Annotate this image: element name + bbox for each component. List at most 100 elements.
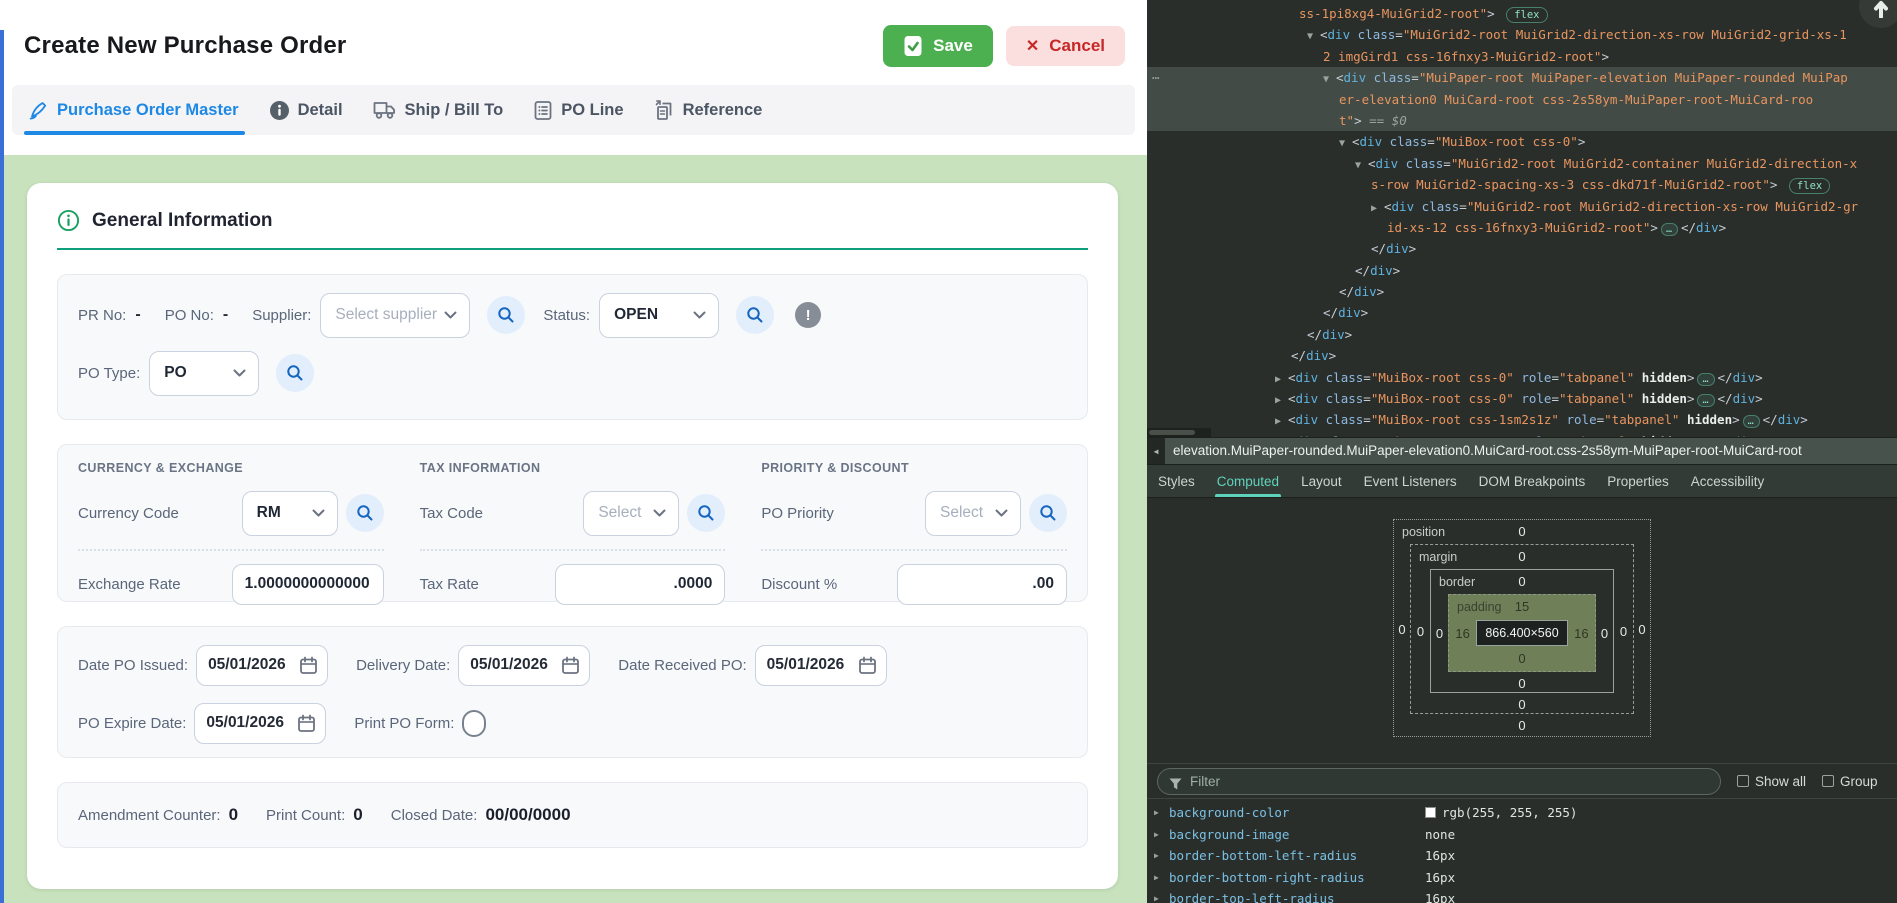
show-all-checkbox[interactable] xyxy=(1737,775,1749,787)
dom-tree-line[interactable]: ▶<div class="MuiBox-root css-0" role="ta… xyxy=(1147,388,1897,409)
print-po-form-checkbox[interactable] xyxy=(462,710,486,737)
supplier-search-button[interactable] xyxy=(487,296,525,334)
dom-tree-line[interactable]: </div> xyxy=(1147,302,1897,323)
code-token: < xyxy=(1368,156,1376,171)
po-priority-select[interactable]: Select xyxy=(925,491,1021,536)
expand-more-badge[interactable]: … xyxy=(1697,394,1714,407)
po-type-search-button[interactable] xyxy=(276,354,314,392)
dom-tree-line[interactable]: er-elevation0 MuiCard-root css-2s58ym-Mu… xyxy=(1147,89,1897,110)
save-button[interactable]: Save xyxy=(883,25,993,67)
color-swatch xyxy=(1425,807,1436,818)
tab-detail[interactable]: Detail xyxy=(269,85,343,135)
code-token: = xyxy=(1363,391,1371,406)
box-model-padding[interactable]: padding15 16 866.400×560 16 0 xyxy=(1448,594,1596,672)
list-icon xyxy=(533,100,553,121)
crumb-back-button[interactable]: ◀ xyxy=(1147,438,1165,464)
tab-purchase-order-master[interactable]: Purchase Order Master xyxy=(28,85,239,135)
po-type-select[interactable]: PO xyxy=(149,351,259,396)
tab-reference[interactable]: Reference xyxy=(654,85,763,135)
dom-tree-line[interactable]: ▶<div class="MuiBox-root css-1sm2s1z" ro… xyxy=(1147,409,1897,430)
devtools-tab-layout[interactable]: Layout xyxy=(1290,465,1353,497)
cancel-button[interactable]: ✕ Cancel xyxy=(1006,26,1125,66)
dom-tree-line[interactable]: ▶<div class="MuiBox-root css-0" role="ta… xyxy=(1147,367,1897,388)
box-model-margin[interactable]: margin0 0 border0 0 padding15 xyxy=(1410,544,1634,714)
computed-row-border-top-left-radius[interactable]: ▶border-top-left-radius16px xyxy=(1147,888,1897,903)
box-model-position[interactable]: position0 0 margin0 0 border0 0 xyxy=(1393,519,1651,737)
tax-rate-input[interactable]: .0000 xyxy=(555,564,725,605)
code-token: div xyxy=(1392,199,1415,214)
dom-tree-line[interactable]: 2 imgGird1 css-16fnxy3-MuiGrid2-root"> xyxy=(1147,46,1897,67)
tab-po-line[interactable]: PO Line xyxy=(533,85,623,135)
po-expire-date-field: PO Expire Date: 05/01/2026 xyxy=(78,703,326,744)
tax-code-select[interactable]: Select xyxy=(583,491,679,536)
dom-tree-line[interactable]: </div> xyxy=(1147,345,1897,366)
code-token: </ xyxy=(1355,263,1370,278)
dom-tree-line[interactable]: ⋯▼<div class="MuiPaper-root MuiPaper-ele… xyxy=(1147,67,1897,88)
currency-code-select[interactable]: RM xyxy=(242,491,338,536)
search-icon xyxy=(697,504,715,522)
filter-input[interactable]: Filter xyxy=(1157,768,1721,795)
devtools-tab-styles[interactable]: Styles xyxy=(1147,465,1206,497)
border-left: 0 xyxy=(1431,626,1448,641)
dom-tree-line[interactable]: ss-1pi8xg4-MuiGrid2-root"> flex xyxy=(1147,3,1897,24)
discount--input[interactable]: .00 xyxy=(897,564,1067,605)
status-search-button[interactable] xyxy=(736,296,774,334)
devtools-tab-accessibility[interactable]: Accessibility xyxy=(1680,465,1776,497)
margin-right: 0 xyxy=(1614,624,1633,639)
code-token: div xyxy=(1386,241,1409,256)
code-token: div xyxy=(1376,156,1399,171)
tax-code-search-button[interactable] xyxy=(687,494,725,532)
dom-tree-line[interactable]: ▼<div class="MuiGrid2-root MuiGrid2-cont… xyxy=(1147,153,1897,174)
group-toggle[interactable]: Group xyxy=(1822,774,1878,789)
dom-tree-line[interactable]: </div> xyxy=(1147,281,1897,302)
computed-row-border-bottom-left-radius[interactable]: ▶border-bottom-left-radius16px xyxy=(1147,845,1897,867)
devtools-tab-dom-breakpoints[interactable]: DOM Breakpoints xyxy=(1468,465,1597,497)
dom-tree-line[interactable]: </div> xyxy=(1147,238,1897,259)
computed-properties-list: ▶background-colorrgb(255, 255, 255)▶back… xyxy=(1147,799,1897,903)
dom-tree-line[interactable]: </div> xyxy=(1147,260,1897,281)
exchange-rate-input[interactable]: 1.0000000000000 xyxy=(232,564,384,605)
property-name: border-bottom-right-radius xyxy=(1169,870,1425,885)
calendar-icon xyxy=(299,656,318,675)
section-header: General Information xyxy=(57,209,1088,232)
dom-tree-line[interactable]: </div> xyxy=(1147,324,1897,345)
delivery-date-input[interactable]: 05/01/2026 xyxy=(458,645,590,686)
currency-code-search-button[interactable] xyxy=(346,494,384,532)
po-priority-search-button[interactable] xyxy=(1029,494,1067,532)
computed-row-background-image[interactable]: ▶background-imagenone xyxy=(1147,824,1897,846)
status-select[interactable]: OPEN xyxy=(599,293,719,338)
devtools-tab-properties[interactable]: Properties xyxy=(1596,465,1680,497)
property-value: 16px xyxy=(1425,848,1455,863)
dom-tree-line[interactable]: id-xs-12 css-16fnxy3-MuiGrid2-root">…</d… xyxy=(1147,217,1897,238)
code-token: > xyxy=(1361,305,1369,320)
tab-ship-bill-to[interactable]: Ship / Bill To xyxy=(373,85,504,135)
po-expire-date-input[interactable]: 05/01/2026 xyxy=(194,703,326,744)
expand-more-badge[interactable]: … xyxy=(1661,223,1678,236)
dom-tree-line[interactable]: ▼<div class="MuiGrid2-root MuiGrid2-dire… xyxy=(1147,24,1897,45)
date-received-po-input[interactable]: 05/01/2026 xyxy=(755,645,887,686)
code-token: "MuiGrid2-root MuiGrid2-direction-xs-row… xyxy=(1403,27,1847,42)
group-checkbox[interactable] xyxy=(1822,775,1834,787)
expand-more-badge[interactable]: … xyxy=(1697,373,1714,386)
code-token: = xyxy=(1363,412,1371,427)
devtools-tab-computed[interactable]: Computed xyxy=(1206,465,1290,497)
computed-row-background-color[interactable]: ▶background-colorrgb(255, 255, 255) xyxy=(1147,802,1897,824)
code-token: "MuiGrid2-root MuiGrid2-container MuiGri… xyxy=(1451,156,1857,171)
po-type-value: PO xyxy=(164,364,186,382)
devtools-tab-event-listeners[interactable]: Event Listeners xyxy=(1353,465,1468,497)
dom-tree-line[interactable]: ▶<div class="MuiGrid2-root MuiGrid2-dire… xyxy=(1147,196,1897,217)
pr-no-field: PR No: - xyxy=(78,306,141,324)
dom-tree-line[interactable]: s-row MuiGrid2-spacing-xs-3 css-dkd71f-M… xyxy=(1147,174,1897,195)
date-po-issued-input[interactable]: 05/01/2026 xyxy=(196,645,328,686)
box-model-content[interactable]: 866.400×560 xyxy=(1476,620,1567,646)
closed-date-field: Closed Date:00/00/0000 xyxy=(391,805,571,825)
dates-groupbox: Date PO Issued:05/01/2026Delivery Date:0… xyxy=(57,626,1088,758)
supplier-select[interactable]: Select supplier xyxy=(320,293,470,338)
box-model-border[interactable]: border0 0 padding15 16 866.400×560 16 xyxy=(1430,569,1614,693)
dom-tree-line[interactable]: ▼<div class="MuiBox-root css-0"> xyxy=(1147,131,1897,152)
dom-tree-line[interactable]: t"> == $0 xyxy=(1147,110,1897,131)
show-all-toggle[interactable]: Show all xyxy=(1737,774,1806,789)
computed-row-border-bottom-right-radius[interactable]: ▶border-bottom-right-radius16px xyxy=(1147,867,1897,889)
tree-arrow-icon: ▶ xyxy=(1275,390,1288,411)
expand-more-badge[interactable]: … xyxy=(1743,415,1760,428)
